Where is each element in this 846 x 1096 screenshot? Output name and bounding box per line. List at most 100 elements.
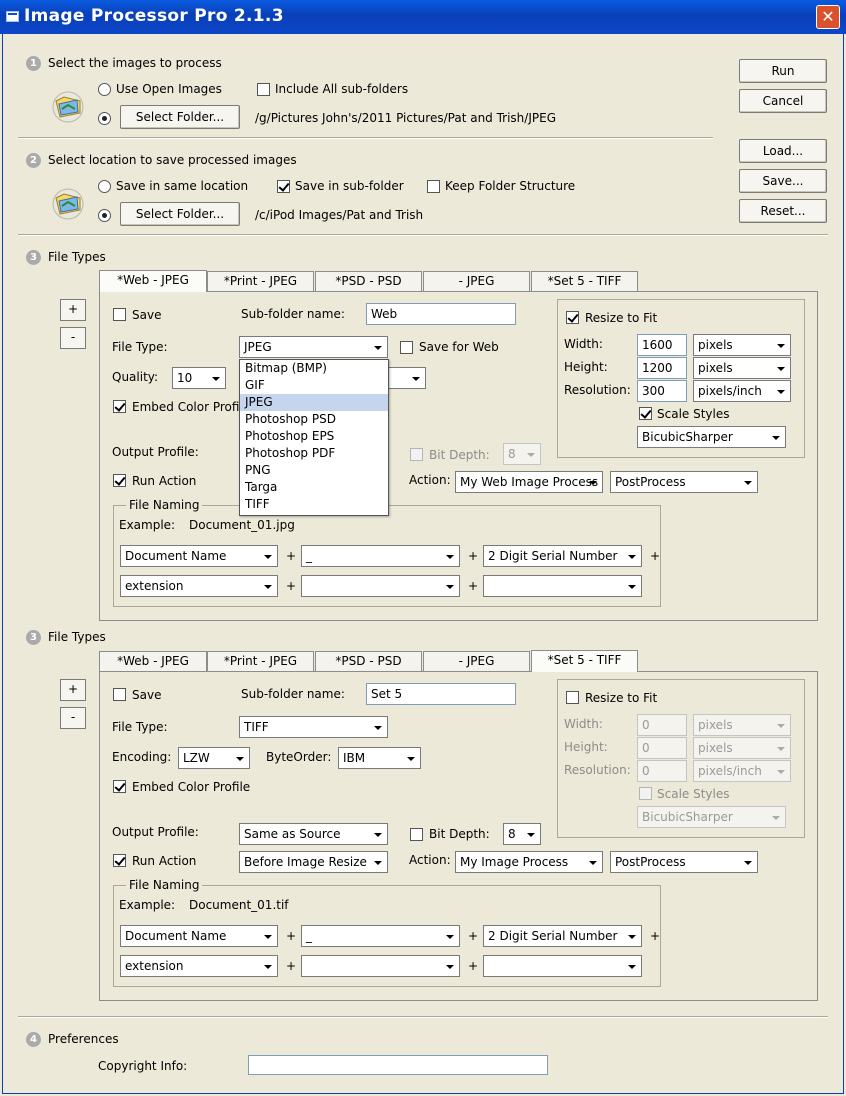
- reset-button[interactable]: Reset...: [739, 199, 827, 223]
- tab-psd-psd[interactable]: *PSD - PSD: [315, 271, 422, 292]
- keep-folder-structure-checkbox[interactable]: [427, 180, 440, 193]
- bit-depth-checkbox[interactable]: [410, 448, 423, 461]
- save-same-location-radio[interactable]: [98, 180, 111, 193]
- tab-web-jpeg[interactable]: *Web - JPEG: [99, 270, 207, 292]
- tab-set5-tiff[interactable]: *Set 5 - TIFF: [531, 650, 638, 672]
- add-filetype-button[interactable]: +: [60, 299, 86, 321]
- quality-select[interactable]: 10: [172, 367, 226, 389]
- bit-depth-select[interactable]: 8: [503, 823, 541, 845]
- tab-set5-tiff[interactable]: *Set 5 - TIFF: [531, 271, 638, 292]
- preferences-title: Preferences: [48, 1032, 119, 1046]
- resolution-unit-select[interactable]: pixels/inch: [693, 380, 791, 402]
- option-pdf[interactable]: Photoshop PDF: [240, 445, 388, 462]
- bit-depth-checkbox[interactable]: [410, 828, 423, 841]
- tab-jpeg[interactable]: - JPEG: [423, 651, 530, 672]
- title-bar: Image Processor Pro 2.1.3 ✕: [0, 0, 846, 34]
- option-psd[interactable]: Photoshop PSD: [240, 411, 388, 428]
- tab-jpeg[interactable]: - JPEG: [423, 271, 530, 292]
- action-select[interactable]: My Web Image Process: [455, 471, 603, 493]
- save-checkbox[interactable]: [113, 308, 126, 321]
- height-unit-select[interactable]: pixels: [693, 357, 791, 379]
- option-gif[interactable]: GIF: [240, 377, 388, 394]
- encoding-select[interactable]: LZW: [178, 747, 250, 769]
- embed-profile-checkbox[interactable]: [113, 400, 126, 413]
- action-set-select[interactable]: PostProcess: [610, 471, 758, 493]
- naming-r2c2-select[interactable]: [301, 955, 460, 977]
- height-input[interactable]: 1200: [637, 357, 687, 379]
- app-icon: [6, 11, 19, 22]
- add-filetype-button[interactable]: +: [60, 679, 86, 701]
- plus-sign: +: [286, 959, 297, 973]
- scale-styles-checkbox[interactable]: [639, 787, 652, 800]
- run-button[interactable]: Run: [739, 59, 827, 83]
- resample-select[interactable]: BicubicSharper: [637, 426, 786, 448]
- width-input[interactable]: 0: [637, 714, 687, 736]
- output-profile-select[interactable]: Same as Source: [239, 823, 388, 845]
- include-subfolders-checkbox[interactable]: [257, 83, 270, 96]
- byteorder-select[interactable]: IBM: [338, 747, 421, 769]
- naming-r1c1-select[interactable]: Document Name: [120, 545, 278, 567]
- copyright-input[interactable]: [248, 1055, 548, 1075]
- naming-r2c3-select[interactable]: [483, 575, 642, 597]
- tab-web-jpeg[interactable]: *Web - JPEG: [99, 651, 207, 672]
- tab-print-jpeg[interactable]: *Print - JPEG: [207, 271, 314, 292]
- run-action-when-select[interactable]: Before Image Resize: [239, 851, 388, 873]
- option-targa[interactable]: Targa: [240, 479, 388, 496]
- resolution-input[interactable]: 300: [637, 380, 687, 402]
- naming-r1c3-select[interactable]: 2 Digit Serial Number: [483, 545, 642, 567]
- option-eps[interactable]: Photoshop EPS: [240, 428, 388, 445]
- remove-filetype-button[interactable]: -: [60, 707, 86, 729]
- naming-r2c2-select[interactable]: [301, 575, 460, 597]
- select-source-folder-button[interactable]: Select Folder...: [120, 105, 240, 129]
- height-input[interactable]: 0: [637, 737, 687, 759]
- select-folder-radio[interactable]: [98, 112, 111, 125]
- bit-depth-select[interactable]: 8: [503, 443, 541, 465]
- save-checkbox[interactable]: [113, 688, 126, 701]
- naming-r2c3-select[interactable]: [483, 955, 642, 977]
- naming-r1c3-select[interactable]: 2 Digit Serial Number: [483, 925, 642, 947]
- file-type-select[interactable]: TIFF: [239, 716, 388, 738]
- width-input[interactable]: 1600: [637, 334, 687, 356]
- select-dest-folder-button[interactable]: Select Folder...: [120, 202, 240, 226]
- option-jpeg[interactable]: JPEG: [240, 394, 388, 411]
- width-unit-select[interactable]: pixels: [693, 714, 791, 736]
- naming-r1c2-select[interactable]: _: [301, 545, 460, 567]
- file-type-select[interactable]: JPEG: [239, 336, 388, 358]
- scale-styles-checkbox[interactable]: [639, 407, 652, 420]
- naming-r2c1-select[interactable]: extension: [120, 575, 278, 597]
- resample-select[interactable]: BicubicSharper: [637, 806, 786, 828]
- separator: [18, 234, 828, 236]
- save-in-subfolder-checkbox[interactable]: [277, 180, 290, 193]
- naming-r2c1-select[interactable]: extension: [120, 955, 278, 977]
- select-dest-folder-radio[interactable]: [98, 209, 111, 222]
- close-icon[interactable]: ✕: [816, 5, 840, 29]
- save-settings-button[interactable]: Save...: [739, 169, 827, 193]
- load-button[interactable]: Load...: [739, 139, 827, 163]
- option-bmp[interactable]: Bitmap (BMP): [240, 360, 388, 377]
- subfolder-name-input[interactable]: Set 5: [366, 683, 516, 705]
- height-unit-select[interactable]: pixels: [693, 737, 791, 759]
- run-action-checkbox[interactable]: [113, 854, 126, 867]
- width-unit-select[interactable]: pixels: [693, 334, 791, 356]
- resolution-input[interactable]: 0: [637, 760, 687, 782]
- section2-heading: 2 Select location to save processed image…: [26, 153, 297, 168]
- run-action-label: Run Action: [132, 854, 197, 868]
- tab-print-jpeg[interactable]: *Print - JPEG: [207, 651, 314, 672]
- run-action-checkbox[interactable]: [113, 474, 126, 487]
- use-open-images-radio[interactable]: [98, 83, 111, 96]
- resize-to-fit-checkbox[interactable]: [566, 691, 579, 704]
- cancel-button[interactable]: Cancel: [739, 89, 827, 113]
- naming-r1c1-select[interactable]: Document Name: [120, 925, 278, 947]
- option-png[interactable]: PNG: [240, 462, 388, 479]
- option-tiff[interactable]: TIFF: [240, 496, 388, 513]
- resize-to-fit-checkbox[interactable]: [566, 311, 579, 324]
- remove-filetype-button[interactable]: -: [60, 327, 86, 349]
- subfolder-name-input[interactable]: Web: [366, 303, 516, 325]
- save-for-web-checkbox[interactable]: [400, 341, 413, 354]
- resolution-unit-select[interactable]: pixels/inch: [693, 760, 791, 782]
- tab-psd-psd[interactable]: *PSD - PSD: [315, 651, 422, 672]
- action-select[interactable]: My Image Process: [455, 851, 603, 873]
- naming-r1c2-select[interactable]: _: [301, 925, 460, 947]
- action-set-select[interactable]: PostProcess: [610, 851, 758, 873]
- embed-profile-checkbox[interactable]: [113, 780, 126, 793]
